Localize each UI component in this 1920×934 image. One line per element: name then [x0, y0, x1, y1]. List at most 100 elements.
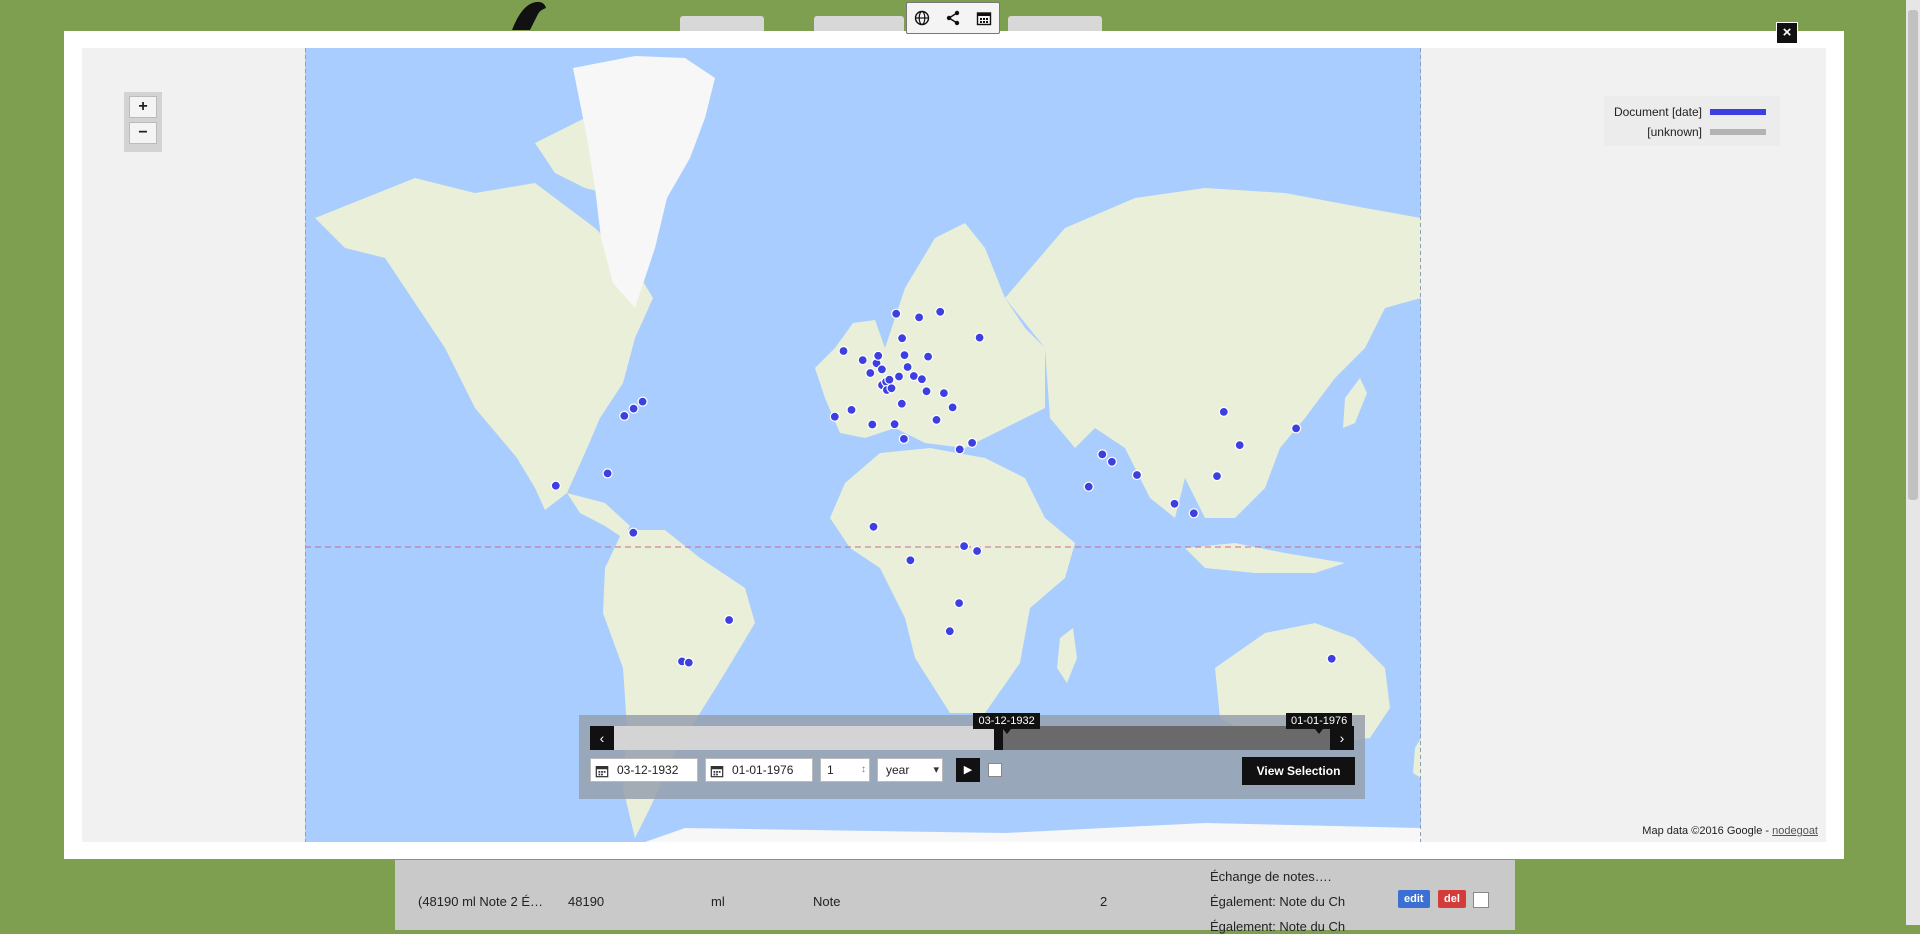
map-point[interactable] [1234, 440, 1245, 451]
delete-button[interactable]: del [1438, 890, 1466, 908]
timeline-control: ‹ 03-12-1932 01-01-1976 › 03-12-1932 01-… [579, 713, 1365, 799]
map-point[interactable] [1131, 469, 1143, 481]
background-table: (48190 ml Note 2 É… 48190 ml Note 2 Écha… [395, 860, 1515, 934]
step-input[interactable]: 1 ↕ [820, 758, 870, 782]
map-point[interactable] [884, 374, 895, 385]
map-point[interactable] [1290, 423, 1302, 434]
table-cell: 48190 [568, 894, 605, 909]
map-point[interactable] [829, 411, 840, 422]
map-point[interactable] [944, 626, 955, 637]
table-note: Échange de notes…. [1210, 869, 1332, 884]
timeline-start-tag: 03-12-1932 [973, 713, 1040, 734]
loop-checkbox[interactable] [988, 763, 1002, 777]
map-point[interactable] [966, 437, 978, 448]
map-point[interactable] [921, 386, 932, 397]
map-point[interactable] [922, 351, 934, 362]
map-point[interactable] [868, 521, 879, 532]
zoom-control: + − [124, 92, 162, 152]
scroll-thumb[interactable] [1908, 10, 1918, 500]
start-date-value: 03-12-1932 [617, 763, 679, 777]
map-point[interactable] [1218, 406, 1229, 417]
legend-swatch [1710, 129, 1766, 135]
map-point[interactable] [1188, 508, 1199, 519]
attribution-text: Map data ©2016 Google - [1642, 825, 1773, 837]
map-point[interactable] [1097, 449, 1108, 460]
map-point[interactable] [857, 355, 868, 366]
close-icon[interactable]: × [1776, 22, 1798, 44]
map-point[interactable] [628, 527, 639, 538]
map-point[interactable] [628, 403, 639, 414]
map-point[interactable] [938, 388, 950, 399]
map-point[interactable] [1211, 471, 1223, 482]
edit-button[interactable]: edit [1398, 890, 1430, 908]
nodegoat-link[interactable]: nodegoat [1772, 825, 1818, 837]
map-point[interactable] [1326, 653, 1337, 664]
legend-item: Document [date] [1614, 104, 1766, 120]
map-point[interactable] [953, 597, 965, 609]
table-cell: (48190 ml Note 2 É… [418, 894, 544, 909]
background-logo [500, 0, 550, 30]
share-icon[interactable] [945, 10, 961, 26]
timeline-next-icon[interactable]: › [1330, 726, 1354, 750]
end-date-field[interactable]: 01-01-1976 [705, 758, 813, 782]
table-cell: ml [711, 894, 725, 909]
map-point[interactable] [971, 545, 983, 557]
map-point[interactable] [865, 367, 876, 379]
row-checkbox[interactable] [1473, 892, 1489, 908]
calendar-icon [595, 763, 609, 785]
map-point[interactable] [873, 350, 884, 361]
step-value: 1 [827, 763, 834, 777]
legend-item: [unknown] [1647, 124, 1766, 140]
map-point[interactable] [867, 419, 878, 430]
map-viewport[interactable]: + − Document [date] [unknown] Map data ©… [82, 48, 1826, 842]
map-point[interactable] [954, 444, 965, 455]
map-point[interactable] [683, 657, 694, 668]
map-point[interactable] [886, 383, 897, 394]
page-scrollbar[interactable] [1906, 0, 1920, 925]
timeline-selected-range[interactable] [998, 726, 1330, 750]
map-legend: Document [date] [unknown] [1604, 96, 1780, 146]
map-point[interactable] [898, 433, 910, 444]
map-point[interactable] [1169, 498, 1180, 509]
map-point[interactable] [947, 402, 958, 413]
map-point[interactable] [896, 398, 907, 409]
map-point[interactable] [876, 364, 888, 375]
view-selection-button[interactable]: View Selection [1242, 757, 1355, 785]
map-point[interactable] [974, 332, 985, 343]
calendar-icon[interactable] [976, 10, 992, 26]
map-point[interactable] [931, 414, 942, 425]
unit-select[interactable]: year ▾ [877, 758, 943, 782]
map-point[interactable] [902, 361, 913, 373]
map-point[interactable] [637, 396, 648, 407]
zoom-out-button[interactable]: − [129, 122, 157, 144]
map-point[interactable] [893, 371, 905, 382]
map-point[interactable] [1106, 456, 1118, 467]
map-point[interactable] [899, 350, 910, 361]
map-modal: + − Document [date] [unknown] Map data ©… [64, 31, 1844, 859]
map-point[interactable] [896, 333, 908, 344]
map-point[interactable] [935, 306, 946, 317]
play-icon[interactable]: ▶ [956, 758, 980, 782]
map-point[interactable] [916, 374, 928, 385]
map-point[interactable] [846, 404, 857, 415]
map-point[interactable] [889, 419, 900, 430]
table-note: Également: Note du Ch [1210, 894, 1346, 909]
start-date-field[interactable]: 03-12-1932 [590, 758, 698, 782]
map-point[interactable] [838, 345, 849, 357]
map-point[interactable] [724, 614, 735, 626]
map-point[interactable] [905, 555, 916, 566]
dropdown-icon: ▾ [933, 764, 939, 776]
map-point[interactable] [913, 312, 925, 323]
timeline-prev-icon[interactable]: ‹ [590, 726, 614, 750]
spinner-icon[interactable]: ↕ [861, 759, 866, 781]
end-date-value: 01-01-1976 [732, 763, 794, 777]
globe-icon[interactable] [914, 10, 930, 26]
map-point[interactable] [1083, 481, 1094, 492]
zoom-in-button[interactable]: + [129, 96, 157, 118]
map-point[interactable] [619, 410, 630, 421]
timeline-track[interactable]: 03-12-1932 01-01-1976 [614, 713, 1353, 750]
map-point[interactable] [602, 468, 613, 479]
map-point[interactable] [550, 480, 561, 491]
map-point[interactable] [891, 308, 902, 319]
map-point[interactable] [958, 541, 970, 552]
